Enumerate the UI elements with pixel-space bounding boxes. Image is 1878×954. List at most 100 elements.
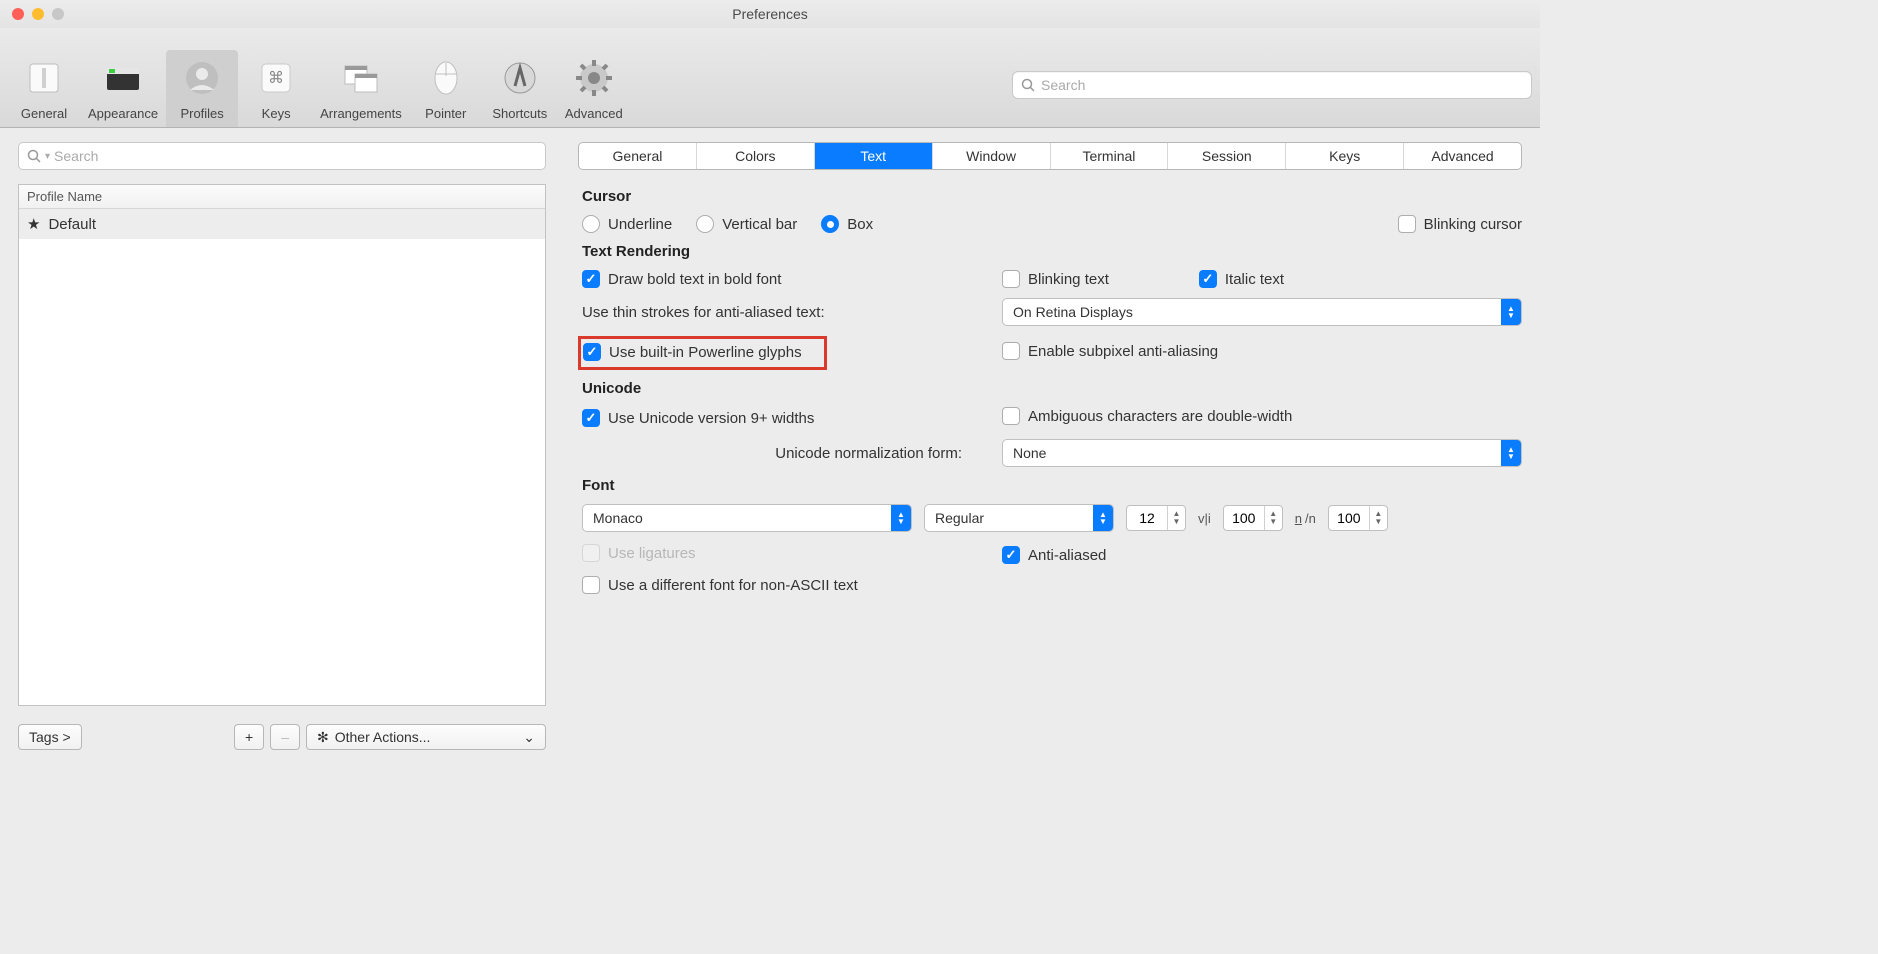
unicode-v9-check[interactable]: Use Unicode version 9+ widths bbox=[582, 409, 814, 427]
gear-icon: ✻ bbox=[317, 729, 329, 746]
radio-label: Vertical bar bbox=[722, 216, 797, 233]
stepper-arrows-icon[interactable]: ▲▼ bbox=[1369, 506, 1387, 530]
check-label: Use Unicode version 9+ widths bbox=[608, 410, 814, 427]
dropdown-arrows-icon: ▲▼ bbox=[1501, 299, 1521, 325]
advanced-icon bbox=[570, 54, 618, 102]
ligatures-check: Use ligatures bbox=[582, 544, 696, 562]
window-title: Preferences bbox=[732, 6, 807, 22]
toolbar-search[interactable] bbox=[1012, 71, 1532, 99]
profile-list-header: Profile Name bbox=[19, 185, 545, 209]
sidebar-footer: Tags > + – ✻ Other Actions... ⌄ bbox=[18, 724, 546, 750]
close-window[interactable] bbox=[12, 8, 24, 20]
font-size-input[interactable] bbox=[1127, 510, 1167, 526]
v-spacing-input[interactable] bbox=[1329, 510, 1369, 526]
toolbar-tab-appearance[interactable]: Appearance bbox=[82, 50, 164, 127]
toolbar-tab-label: General bbox=[21, 106, 67, 121]
toolbar-tab-shortcuts[interactable]: Shortcuts bbox=[484, 50, 556, 127]
thin-strokes-label: Use thin strokes for anti-aliased text: bbox=[582, 304, 825, 321]
tab-colors[interactable]: Colors bbox=[697, 143, 815, 169]
h-spacing-icon: v|i bbox=[1198, 511, 1211, 526]
dropdown-arrows-icon: ▲▼ bbox=[891, 505, 911, 531]
h-spacing-input[interactable] bbox=[1224, 510, 1264, 526]
appearance-icon bbox=[99, 54, 147, 102]
toolbar-tab-arrangements[interactable]: Arrangements bbox=[314, 50, 408, 127]
keys-icon: ⌘ bbox=[252, 54, 300, 102]
tab-text[interactable]: Text bbox=[815, 143, 933, 169]
check-label: Anti-aliased bbox=[1028, 547, 1106, 564]
ambiguous-width-check[interactable]: Ambiguous characters are double-width bbox=[1002, 407, 1292, 425]
font-family-dropdown[interactable]: Monaco ▲▼ bbox=[582, 504, 912, 532]
check-label: Enable subpixel anti-aliasing bbox=[1028, 343, 1218, 360]
tab-terminal[interactable]: Terminal bbox=[1051, 143, 1169, 169]
toolbar-items: General Appearance Profiles ⌘ Keys Arran… bbox=[8, 50, 630, 127]
cursor-title: Cursor bbox=[582, 188, 1522, 205]
font-title: Font bbox=[582, 477, 1522, 494]
dropdown-arrows-icon: ▲▼ bbox=[1501, 440, 1521, 466]
check-label: Use a different font for non-ASCII text bbox=[608, 577, 858, 594]
toolbar-tab-advanced[interactable]: Advanced bbox=[558, 50, 630, 127]
tab-general[interactable]: General bbox=[579, 143, 697, 169]
toolbar-tab-label: Profiles bbox=[180, 106, 223, 121]
font-style-dropdown[interactable]: Regular ▲▼ bbox=[924, 504, 1114, 532]
toolbar-tab-general[interactable]: General bbox=[8, 50, 80, 127]
check-label: Use built-in Powerline glyphs bbox=[609, 344, 802, 361]
draw-bold-check[interactable]: Draw bold text in bold font bbox=[582, 270, 781, 288]
blinking-text-check[interactable]: Blinking text bbox=[1002, 270, 1109, 288]
subpixel-aa-check[interactable]: Enable subpixel anti-aliasing bbox=[1002, 342, 1218, 360]
tab-session[interactable]: Session bbox=[1168, 143, 1286, 169]
minimize-window[interactable] bbox=[32, 8, 44, 20]
powerline-glyphs-check[interactable]: Use built-in Powerline glyphs bbox=[583, 343, 802, 361]
shortcuts-icon bbox=[496, 54, 544, 102]
v-spacing-stepper[interactable]: ▲▼ bbox=[1328, 505, 1388, 531]
h-spacing-stepper[interactable]: ▲▼ bbox=[1223, 505, 1283, 531]
profile-search-input[interactable] bbox=[54, 148, 537, 164]
remove-profile-button[interactable]: – bbox=[270, 724, 300, 750]
thin-strokes-dropdown[interactable]: On Retina Displays ▲▼ bbox=[1002, 298, 1522, 326]
unicode-norm-label: Unicode normalization form: bbox=[775, 445, 962, 462]
main-area: ▾ Profile Name ★ Default Tags > + – ✻ Ot… bbox=[0, 128, 1540, 760]
unicode-norm-dropdown[interactable]: None ▲▼ bbox=[1002, 439, 1522, 467]
profile-search[interactable]: ▾ bbox=[18, 142, 546, 170]
toolbar-tab-keys[interactable]: ⌘ Keys bbox=[240, 50, 312, 127]
check-label: Ambiguous characters are double-width bbox=[1028, 408, 1292, 425]
toolbar-search-input[interactable] bbox=[1041, 77, 1523, 93]
search-icon bbox=[27, 149, 41, 163]
radio-label: Box bbox=[847, 216, 873, 233]
profile-row-default[interactable]: ★ Default bbox=[19, 209, 545, 239]
tags-button[interactable]: Tags > bbox=[18, 724, 82, 750]
check-label: Blinking cursor bbox=[1424, 216, 1522, 233]
tab-advanced[interactable]: Advanced bbox=[1404, 143, 1521, 169]
sidebar: ▾ Profile Name ★ Default Tags > + – ✻ Ot… bbox=[0, 128, 560, 760]
font-size-stepper[interactable]: ▲▼ bbox=[1126, 505, 1186, 531]
dropdown-arrows-icon: ▲▼ bbox=[1093, 505, 1113, 531]
toolbar-tab-profiles[interactable]: Profiles bbox=[166, 50, 238, 127]
v-spacing-icon: n/n bbox=[1295, 511, 1316, 526]
add-profile-button[interactable]: + bbox=[234, 724, 264, 750]
svg-text:⌘: ⌘ bbox=[268, 70, 284, 87]
cursor-vertical-radio[interactable]: Vertical bar bbox=[696, 215, 797, 233]
cursor-box-radio[interactable]: Box bbox=[821, 215, 873, 233]
toolbar-tab-label: Pointer bbox=[425, 106, 466, 121]
content-panel: General Colors Text Window Terminal Sess… bbox=[560, 128, 1540, 760]
profile-list: Profile Name ★ Default bbox=[18, 184, 546, 706]
unicode-title: Unicode bbox=[582, 380, 1522, 397]
tab-window[interactable]: Window bbox=[933, 143, 1051, 169]
check-label: Blinking text bbox=[1028, 271, 1109, 288]
stepper-arrows-icon[interactable]: ▲▼ bbox=[1167, 506, 1185, 530]
italic-text-check[interactable]: Italic text bbox=[1199, 270, 1284, 288]
other-actions-button[interactable]: ✻ Other Actions... ⌄ bbox=[306, 724, 546, 750]
tab-keys[interactable]: Keys bbox=[1286, 143, 1404, 169]
cursor-underline-radio[interactable]: Underline bbox=[582, 215, 672, 233]
toolbar-tab-label: Keys bbox=[262, 106, 291, 121]
stepper-arrows-icon[interactable]: ▲▼ bbox=[1264, 506, 1282, 530]
text-rendering-title: Text Rendering bbox=[582, 243, 1522, 260]
dropdown-value: Monaco bbox=[593, 510, 891, 526]
different-non-ascii-font-check[interactable]: Use a different font for non-ASCII text bbox=[582, 576, 858, 594]
blinking-cursor-check[interactable]: Blinking cursor bbox=[1398, 215, 1522, 233]
anti-aliased-check[interactable]: Anti-aliased bbox=[1002, 546, 1106, 564]
toolbar-tab-pointer[interactable]: Pointer bbox=[410, 50, 482, 127]
toolbar-tab-label: Appearance bbox=[88, 106, 158, 121]
other-actions-label: Other Actions... bbox=[335, 729, 431, 745]
profile-tabs: General Colors Text Window Terminal Sess… bbox=[578, 142, 1522, 170]
chevron-down-icon[interactable]: ▾ bbox=[45, 151, 50, 162]
